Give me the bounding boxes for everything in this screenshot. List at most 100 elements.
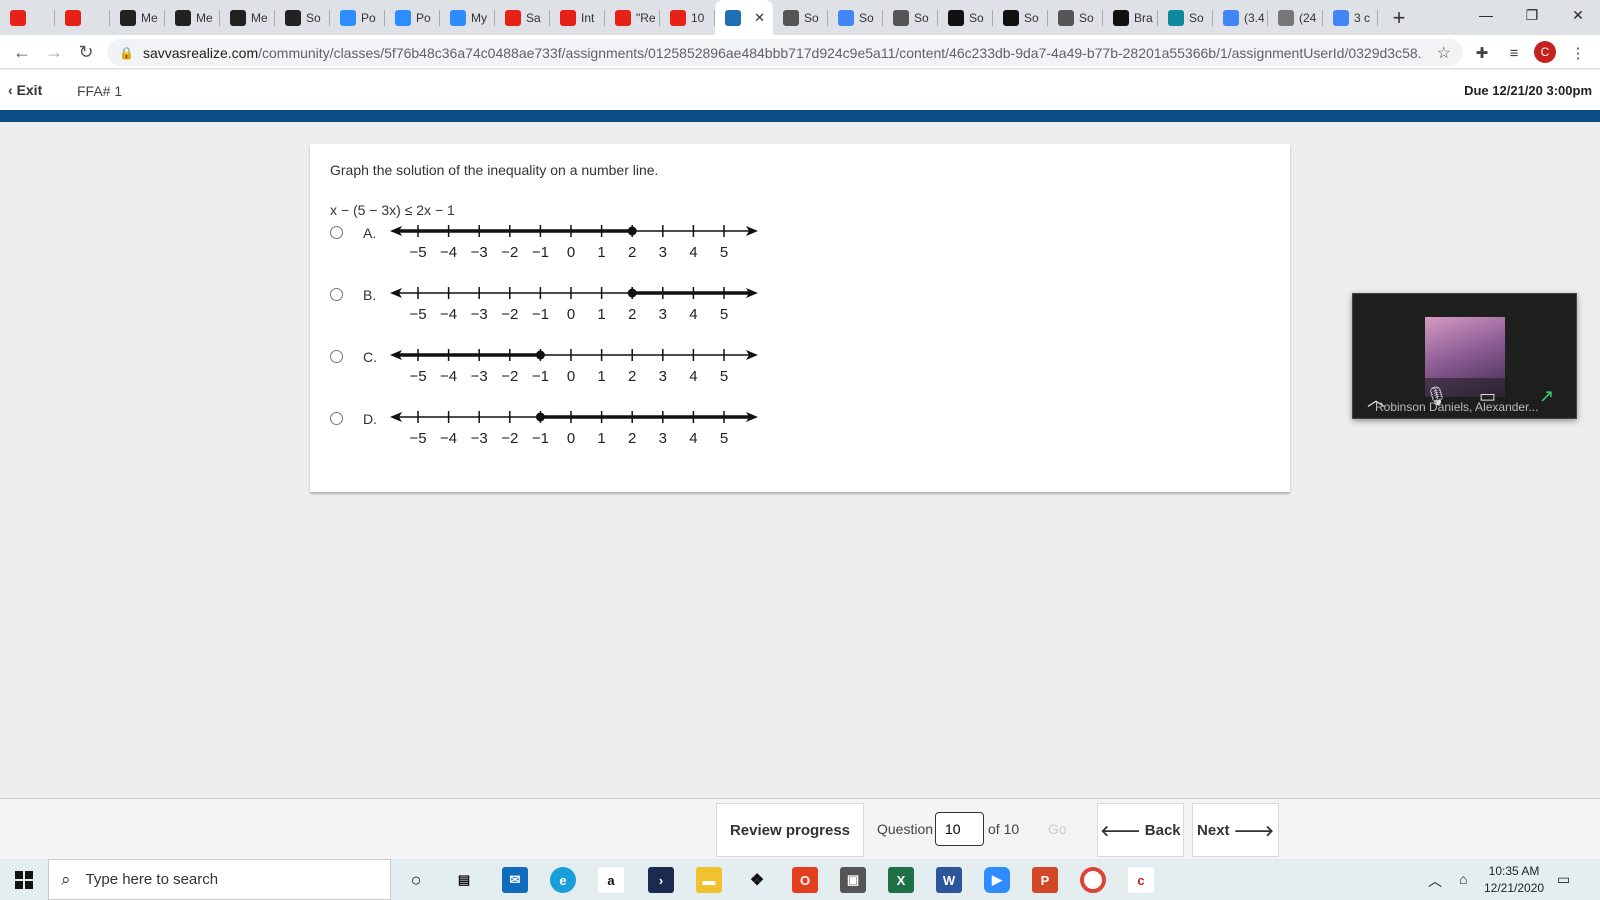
browser-tab[interactable]: "Re [605, 0, 660, 35]
next-button[interactable]: Next 🡒 [1192, 803, 1279, 857]
edge-icon[interactable]: e [550, 867, 576, 893]
browser-tab[interactable]: So [883, 0, 938, 35]
browser-tab[interactable]: Int [550, 0, 605, 35]
number-line: −5 −4 −3 −2 −1 0 1 2 3 4 5 [390, 349, 758, 385]
browser-tab[interactable]: So [275, 0, 330, 35]
zoom-icon [450, 9, 466, 26]
question-number-input[interactable] [935, 812, 984, 846]
profile-avatar[interactable]: C [1534, 41, 1556, 63]
notifications-icon[interactable]: ▭ [1557, 871, 1570, 888]
answer-radio[interactable] [330, 288, 343, 301]
tick-label: −2 [501, 306, 518, 323]
browser-tab[interactable] [0, 0, 55, 35]
tick-label: −5 [409, 244, 426, 261]
browser-tab[interactable]: Po [385, 0, 440, 35]
browser-tab[interactable]: My [440, 0, 495, 35]
browser-tab[interactable]: 3 c [1323, 0, 1378, 35]
browser-tab[interactable]: So [773, 0, 828, 35]
chevron-left-icon: ‹ [8, 82, 17, 98]
excel-icon[interactable]: X [888, 867, 914, 893]
browser-tab[interactable]: Po [330, 0, 385, 35]
browser-tab[interactable]: Bra [1103, 0, 1158, 35]
reload-icon[interactable]: ↻ [70, 37, 102, 67]
answer-radio[interactable] [330, 226, 343, 239]
address-bar[interactable]: 🔒 savvasrealize.com/community/classes/5f… [107, 39, 1463, 66]
answer-radio[interactable] [330, 412, 343, 425]
file-explorer-icon[interactable]: ▬ [696, 867, 722, 893]
go-button[interactable]: Go [1048, 821, 1067, 837]
answer-option[interactable]: C. −5 −4 −3 −2 −1 0 1 2 3 4 5 [330, 349, 770, 400]
review-progress-button[interactable]: Review progress [716, 803, 864, 857]
tick-label: −3 [471, 306, 488, 323]
back-button[interactable]: 🡐 Back [1097, 803, 1184, 857]
book-icon [1278, 9, 1294, 26]
bookmark-star-icon[interactable]: ☆ [1437, 43, 1451, 63]
tick-label: 3 [659, 430, 667, 447]
network-icon[interactable]: ⌂ [1459, 871, 1467, 887]
browser-tab[interactable] [55, 0, 110, 35]
tick-label: 2 [628, 306, 636, 323]
browser-tab[interactable]: Sa [495, 0, 550, 35]
tick-label: −1 [532, 430, 549, 447]
share-screen-icon[interactable]: ↗ [1539, 386, 1554, 407]
browser-tab[interactable]: (24 [1268, 0, 1323, 35]
answer-option[interactable]: D. −5 −4 −3 −2 −1 0 1 2 3 4 5 [330, 411, 770, 462]
answer-option[interactable]: A. −5 −4 −3 −2 −1 0 1 2 3 4 5 [330, 225, 770, 276]
browser-tab[interactable]: So [1158, 0, 1213, 35]
answer-option[interactable]: B. −5 −4 −3 −2 −1 0 1 2 3 4 5 [330, 287, 770, 338]
back-arrow-icon[interactable]: ← [6, 37, 38, 67]
tick-label: 0 [567, 244, 575, 261]
extensions-puzzle-icon[interactable]: ✚ [1470, 41, 1494, 65]
store-icon[interactable]: ▣ [840, 867, 866, 893]
windows-taskbar: ⌕ Type here to search ○ ▤ ✉ e a › ▬ ❖ O … [0, 859, 1600, 900]
answer-radio[interactable] [330, 350, 343, 363]
close-window-button[interactable]: ✕ [1555, 0, 1600, 30]
browser-tab[interactable]: ✕ [715, 0, 773, 35]
tick-label: −2 [501, 368, 518, 385]
browser-tab[interactable]: So [938, 0, 993, 35]
system-clock[interactable]: 10:35 AM 12/21/2020 [1484, 863, 1544, 897]
site-s-icon [120, 9, 136, 26]
url-text[interactable]: savvasrealize.com/community/classes/5f76… [143, 45, 1423, 61]
browser-tab[interactable]: So [1048, 0, 1103, 35]
cortana-icon[interactable]: ○ [403, 867, 429, 893]
browser-tab[interactable]: (3.4 [1213, 0, 1268, 35]
browser-tab[interactable]: So [993, 0, 1048, 35]
powershell-icon[interactable]: › [648, 867, 674, 893]
tray-chevron-up-icon[interactable]: ︿ [1428, 871, 1442, 891]
office-icon[interactable]: O [792, 867, 818, 893]
tick-label: 3 [659, 368, 667, 385]
tick-label: −2 [501, 244, 518, 261]
windows-start-button[interactable] [0, 859, 48, 900]
tick-label: 1 [597, 306, 605, 323]
chrome-profile-icon[interactable]: c [1128, 867, 1154, 893]
media-queue-icon[interactable]: ≡ [1502, 41, 1526, 65]
minimize-button[interactable]: — [1463, 0, 1509, 30]
browser-tab[interactable]: Me [165, 0, 220, 35]
menu-kebab-icon[interactable]: ⋮ [1566, 41, 1590, 65]
exit-link[interactable]: ‹ Exit [8, 82, 42, 98]
assignment-title: FFA# 1 [77, 83, 123, 99]
zoom-video-window[interactable]: ︿ 🎙 ▭ ↗ Robinson Daniels, Alexander... [1352, 293, 1577, 419]
mail-icon[interactable]: ✉ [502, 867, 528, 893]
site-s-icon [230, 9, 246, 26]
powerpoint-icon[interactable]: P [1032, 867, 1058, 893]
amazon-icon[interactable]: a [598, 867, 624, 893]
taskbar-search[interactable]: ⌕ Type here to search [48, 859, 391, 900]
zoom-app-icon[interactable]: ▶ [984, 867, 1010, 893]
browser-tab[interactable]: So [828, 0, 883, 35]
tab-title: Po [416, 10, 431, 25]
word-icon[interactable]: W [936, 867, 962, 893]
browser-tab[interactable]: 10 [660, 0, 715, 35]
tick-label: −1 [532, 368, 549, 385]
dropbox-icon[interactable]: ❖ [744, 867, 770, 893]
forward-arrow-icon[interactable]: → [38, 37, 70, 67]
browser-tab[interactable]: Me [110, 0, 165, 35]
new-tab-button[interactable]: + [1384, 0, 1414, 35]
task-view-icon[interactable]: ▤ [451, 867, 477, 893]
browser-tab[interactable]: Me [220, 0, 275, 35]
restore-button[interactable]: ❐ [1509, 0, 1555, 30]
tick-label: −3 [471, 368, 488, 385]
chrome-icon[interactable] [1080, 867, 1106, 893]
tab-close-icon[interactable]: ✕ [754, 10, 765, 26]
